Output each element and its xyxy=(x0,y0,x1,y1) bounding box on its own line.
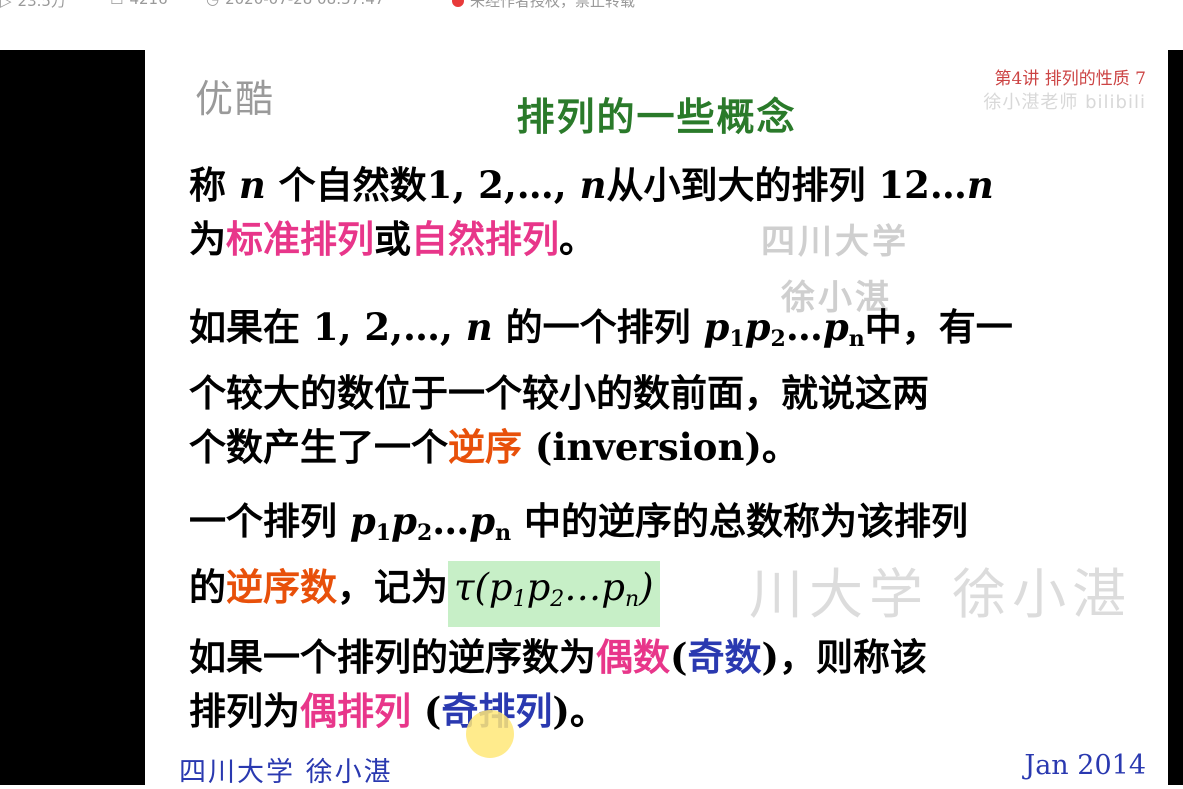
subscript: 2 xyxy=(416,520,433,546)
text: 或 xyxy=(374,217,411,261)
lecture-slide[interactable]: 优酷 第4讲 排列的性质 7 徐小湛老师 bilibili 排列的一些概念 四川… xyxy=(145,50,1168,788)
clock-icon: ◷ xyxy=(206,0,219,8)
line: 称 n 个自然数1, 2,…, n从小到大的排列 12…n xyxy=(189,158,1119,212)
slide-footer-author: 四川大学 徐小湛 xyxy=(179,757,393,788)
forbidden-icon xyxy=(452,0,464,7)
subscript: 1 xyxy=(375,520,392,546)
video-info-bar: ▷ 23.5万 ☐ 4216 ◷ 2020-07-28 08:57:47 未经作… xyxy=(0,0,1183,50)
text: 。 xyxy=(559,217,596,261)
text: 个自然数1, 2,…, xyxy=(265,163,580,207)
subscript: n xyxy=(848,326,865,352)
danmaku-count: 4216 xyxy=(129,0,167,8)
math-var: n xyxy=(966,163,994,207)
mouse-cursor-highlight xyxy=(466,710,514,758)
text: ) xyxy=(639,566,654,609)
text: …p xyxy=(564,566,625,609)
text: 一个排列 xyxy=(189,499,350,543)
line: 个数产生了一个逆序 (inversion)。 xyxy=(189,420,1119,474)
text: … xyxy=(432,499,470,543)
line: 个较大的数位于一个较小的数前面，就说这两 xyxy=(189,371,929,415)
text: ，记为 xyxy=(337,565,448,609)
views-count: 23.5万 xyxy=(17,0,66,10)
slide-footer-date: Jan 2014 xyxy=(1024,750,1146,781)
math-var: p xyxy=(526,566,551,609)
text: )。 xyxy=(552,689,607,733)
text: (inversion)。 xyxy=(522,425,799,469)
term-even-permutation: 偶排列 xyxy=(300,689,411,733)
subscript: n xyxy=(624,587,640,612)
term-inversion: 逆序 xyxy=(448,425,522,469)
danmaku-icon: ☐ xyxy=(110,0,123,8)
line: 一个排列 p1p2…pn 中的逆序的总数称为该排列 xyxy=(189,494,1119,560)
math-var: p xyxy=(744,305,771,349)
danmaku-stat: ☐ 4216 xyxy=(110,0,168,8)
text: 称 xyxy=(189,163,239,207)
line: 的逆序数，记为 τ(p1p2…pn) xyxy=(189,560,1119,627)
line: 如果在 1, 2,…, n 的一个排列 p1p2…pn中，有一 xyxy=(189,300,1119,366)
repost-notice-text: 未经作者授权，禁止转载 xyxy=(470,0,636,10)
text: 的一个排列 xyxy=(492,305,704,349)
math-var: p xyxy=(822,305,849,349)
text: 中的逆序的总数称为该排列 xyxy=(511,499,969,543)
term-natural-permutation: 自然排列 xyxy=(411,217,559,261)
text: 如果一个排列的逆序数为 xyxy=(189,635,596,679)
math-var: n xyxy=(465,305,493,349)
subscript: 2 xyxy=(550,587,565,612)
term-even: 偶数 xyxy=(596,635,670,679)
text: 为 xyxy=(189,217,226,261)
text: 的 xyxy=(189,565,226,609)
math-var: n xyxy=(238,163,266,207)
text: 中，有一 xyxy=(864,305,1013,349)
math-var: p xyxy=(703,305,730,349)
views-stat: ▷ 23.5万 xyxy=(0,0,66,11)
paragraph-even-odd-permutation: 如果一个排列的逆序数为偶数(奇数)，则称该 排列为偶排列 (奇排列)。 xyxy=(189,630,1119,738)
paragraph-standard-permutation: 称 n 个自然数1, 2,…, n从小到大的排列 12…n 为标准排列或自然排列… xyxy=(189,158,1119,266)
text: … xyxy=(785,305,823,349)
math-var: p xyxy=(349,499,376,543)
term-odd: 奇数 xyxy=(687,635,762,679)
text: τ(p xyxy=(454,566,513,609)
slide-title: 排列的一些概念 xyxy=(516,94,797,139)
math-var: p xyxy=(469,499,496,543)
text: 排列为 xyxy=(189,689,300,733)
text: ( xyxy=(411,689,442,733)
math-var: p xyxy=(391,499,417,543)
text: 如果在 1, 2,…, xyxy=(189,305,466,349)
video-letterbox-left xyxy=(0,50,145,785)
text: 个数产生了一个 xyxy=(189,425,448,469)
line: 如果一个排列的逆序数为偶数(奇数)，则称该 xyxy=(189,630,1119,684)
subscript: 1 xyxy=(512,587,527,612)
subscript: n xyxy=(495,520,512,546)
subscript: 1 xyxy=(729,326,745,352)
play-icon: ▷ xyxy=(0,0,12,10)
line: 为标准排列或自然排列。 xyxy=(189,212,1119,266)
upload-datetime: 2020-07-28 08:57:47 xyxy=(225,0,384,8)
paragraph-inversion-number: 一个排列 p1p2…pn 中的逆序的总数称为该排列 的逆序数，记为 τ(p1p2…… xyxy=(189,494,1119,627)
math-var: n xyxy=(579,163,607,207)
subscript: 2 xyxy=(770,326,786,352)
line: 排列为偶排列 (奇排列)。 xyxy=(189,684,1119,738)
term-standard-permutation: 标准排列 xyxy=(226,217,374,261)
repost-notice: 未经作者授权，禁止转载 xyxy=(452,0,635,11)
upload-time: ◷ 2020-07-28 08:57:47 xyxy=(206,0,384,8)
tau-formula: τ(p1p2…pn) xyxy=(448,561,660,627)
text: ( xyxy=(670,635,688,679)
term-inversion-number: 逆序数 xyxy=(226,565,337,609)
text: )，则称该 xyxy=(761,635,928,679)
text: 从小到大的排列 12… xyxy=(606,163,967,207)
paragraph-inversion: 如果在 1, 2,…, n 的一个排列 p1p2…pn中，有一 个较大的数位于一… xyxy=(189,300,1119,474)
video-letterbox-right xyxy=(1168,50,1183,785)
